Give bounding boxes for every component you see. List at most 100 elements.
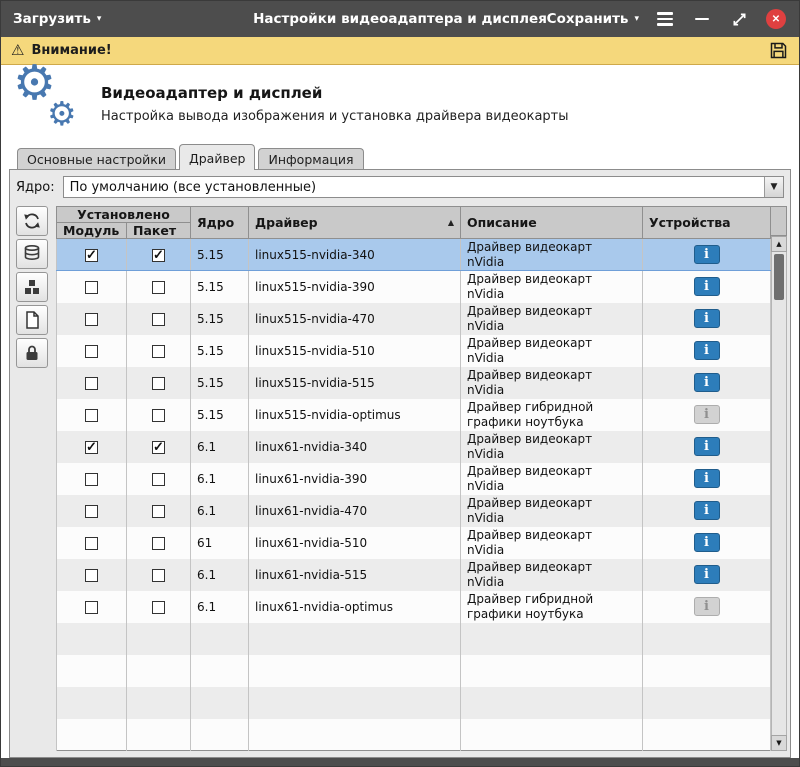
main-area: Установлено Ядро Драйвер ▲ Описание Устр… xyxy=(16,206,784,751)
module-checkbox[interactable] xyxy=(85,281,98,294)
database-button[interactable] xyxy=(16,239,48,269)
package-checkbox[interactable] xyxy=(152,313,165,326)
menu-button[interactable] xyxy=(654,8,676,30)
module-checkbox[interactable] xyxy=(85,409,98,422)
driver-cell: linux61-nvidia-340 xyxy=(249,431,461,463)
tab-driver[interactable]: Драйвер xyxy=(179,144,255,170)
header-description[interactable]: Описание xyxy=(461,207,643,239)
package-checkbox[interactable] xyxy=(152,601,165,614)
package-checkbox[interactable] xyxy=(152,377,165,390)
module-checkbox[interactable] xyxy=(85,249,98,262)
refresh-button[interactable] xyxy=(16,206,48,236)
packages-button[interactable] xyxy=(16,272,48,302)
tab-bar: Основные настройки Драйвер Информация xyxy=(1,143,799,169)
module-cell xyxy=(57,495,127,527)
table-row[interactable]: 5.15 linux515-nvidia-optimus Драйвер гиб… xyxy=(57,399,771,431)
scroll-down-button[interactable]: ▼ xyxy=(771,735,787,751)
driver-cell: linux515-nvidia-optimus xyxy=(249,399,461,431)
table-row[interactable]: 5.15 linux515-nvidia-510 Драйвер видеока… xyxy=(57,335,771,367)
device-info-button[interactable]: i xyxy=(694,245,720,264)
tab-information[interactable]: Информация xyxy=(258,148,363,169)
minimize-button[interactable] xyxy=(691,8,713,30)
package-checkbox[interactable] xyxy=(152,249,165,262)
table-row[interactable]: 5.15 linux515-nvidia-340 Драйвер видеока… xyxy=(57,239,771,271)
header-kernel[interactable]: Ядро xyxy=(191,207,249,239)
header-driver[interactable]: Драйвер ▲ xyxy=(249,207,461,239)
package-checkbox[interactable] xyxy=(152,473,165,486)
driver-cell: linux61-nvidia-390 xyxy=(249,463,461,495)
table-row[interactable]: 6.1 linux61-nvidia-optimus Драйвер гибри… xyxy=(57,591,771,623)
header-module[interactable]: Модуль xyxy=(57,223,127,239)
scrollbar-thumb[interactable] xyxy=(774,254,784,300)
module-checkbox[interactable] xyxy=(85,377,98,390)
log-file-button[interactable] xyxy=(16,305,48,335)
device-info-button[interactable]: i xyxy=(694,469,720,488)
module-checkbox[interactable] xyxy=(85,601,98,614)
device-info-button[interactable]: i xyxy=(694,309,720,328)
table-row[interactable]: 5.15 linux515-nvidia-390 Драйвер видеока… xyxy=(57,271,771,303)
driver-tab-panel: Ядро: По умолчанию (все установленные) ▼ xyxy=(9,169,791,758)
description-cell: Драйвер видеокарт nVidia xyxy=(461,495,643,527)
device-info-button[interactable]: i xyxy=(694,501,720,520)
package-checkbox[interactable] xyxy=(152,569,165,582)
module-checkbox[interactable] xyxy=(85,537,98,550)
header-installed[interactable]: Установлено xyxy=(57,207,191,223)
table-row[interactable]: 5.15 linux515-nvidia-470 Драйвер видеока… xyxy=(57,303,771,335)
module-checkbox[interactable] xyxy=(85,569,98,582)
header-package[interactable]: Пакет xyxy=(127,223,191,239)
close-button[interactable]: ✕ xyxy=(765,8,787,30)
load-button[interactable]: Загрузить ▾ xyxy=(13,11,101,27)
devices-cell: i xyxy=(643,271,771,303)
table-row[interactable]: 6.1 linux61-nvidia-340 Драйвер видеокарт… xyxy=(57,431,771,463)
table-row[interactable]: 5.15 linux515-nvidia-515 Драйвер видеока… xyxy=(57,367,771,399)
scroll-up-button[interactable]: ▲ xyxy=(771,236,787,252)
package-checkbox[interactable] xyxy=(152,281,165,294)
save-button[interactable]: Сохранить ▾ xyxy=(547,11,639,27)
module-cell xyxy=(57,431,127,463)
module-checkbox[interactable] xyxy=(85,345,98,358)
lock-button[interactable] xyxy=(16,338,48,368)
quick-save-button[interactable] xyxy=(768,40,789,61)
vertical-scrollbar[interactable]: ▲ ▼ xyxy=(771,206,787,751)
device-info-button[interactable]: i xyxy=(694,373,720,392)
device-info-button[interactable]: i xyxy=(694,597,720,616)
kernel-cell: 5.15 xyxy=(191,239,249,271)
kernel-select[interactable]: По умолчанию (все установленные) ▼ xyxy=(63,176,784,198)
chevron-down-icon: ▾ xyxy=(634,15,639,24)
device-info-button[interactable]: i xyxy=(694,405,720,424)
devices-cell: i xyxy=(643,239,771,271)
hamburger-icon xyxy=(657,12,673,26)
package-checkbox[interactable] xyxy=(152,441,165,454)
fullscreen-button[interactable] xyxy=(728,8,750,30)
empty-row xyxy=(57,623,771,655)
scrollbar-track[interactable] xyxy=(771,252,787,735)
table-row[interactable]: 6.1 linux61-nvidia-390 Драйвер видеокарт… xyxy=(57,463,771,495)
device-info-button[interactable]: i xyxy=(694,437,720,456)
device-info-button[interactable]: i xyxy=(694,533,720,552)
load-button-label: Загрузить xyxy=(13,11,91,27)
package-cell xyxy=(127,591,191,623)
devices-cell: i xyxy=(643,303,771,335)
window-title: Настройки видеоадаптера и дисплея xyxy=(253,11,547,27)
device-info-button[interactable]: i xyxy=(694,565,720,584)
description-cell: Драйвер видеокарт nVidia xyxy=(461,239,643,271)
header-devices[interactable]: Устройства xyxy=(643,207,771,239)
table-row[interactable]: 61 linux61-nvidia-510 Драйвер видеокарт … xyxy=(57,527,771,559)
package-cell xyxy=(127,239,191,271)
module-checkbox[interactable] xyxy=(85,505,98,518)
kernel-cell: 5.15 xyxy=(191,367,249,399)
module-checkbox[interactable] xyxy=(85,441,98,454)
device-info-button[interactable]: i xyxy=(694,277,720,296)
device-info-button[interactable]: i xyxy=(694,341,720,360)
package-cell xyxy=(127,527,191,559)
module-checkbox[interactable] xyxy=(85,473,98,486)
package-checkbox[interactable] xyxy=(152,345,165,358)
table-row[interactable]: 6.1 linux61-nvidia-470 Драйвер видеокарт… xyxy=(57,495,771,527)
package-checkbox[interactable] xyxy=(152,409,165,422)
table-row[interactable]: 6.1 linux61-nvidia-515 Драйвер видеокарт… xyxy=(57,559,771,591)
package-checkbox[interactable] xyxy=(152,505,165,518)
tab-basic-settings[interactable]: Основные настройки xyxy=(17,148,176,169)
module-checkbox[interactable] xyxy=(85,313,98,326)
driver-cell: linux515-nvidia-390 xyxy=(249,271,461,303)
package-checkbox[interactable] xyxy=(152,537,165,550)
